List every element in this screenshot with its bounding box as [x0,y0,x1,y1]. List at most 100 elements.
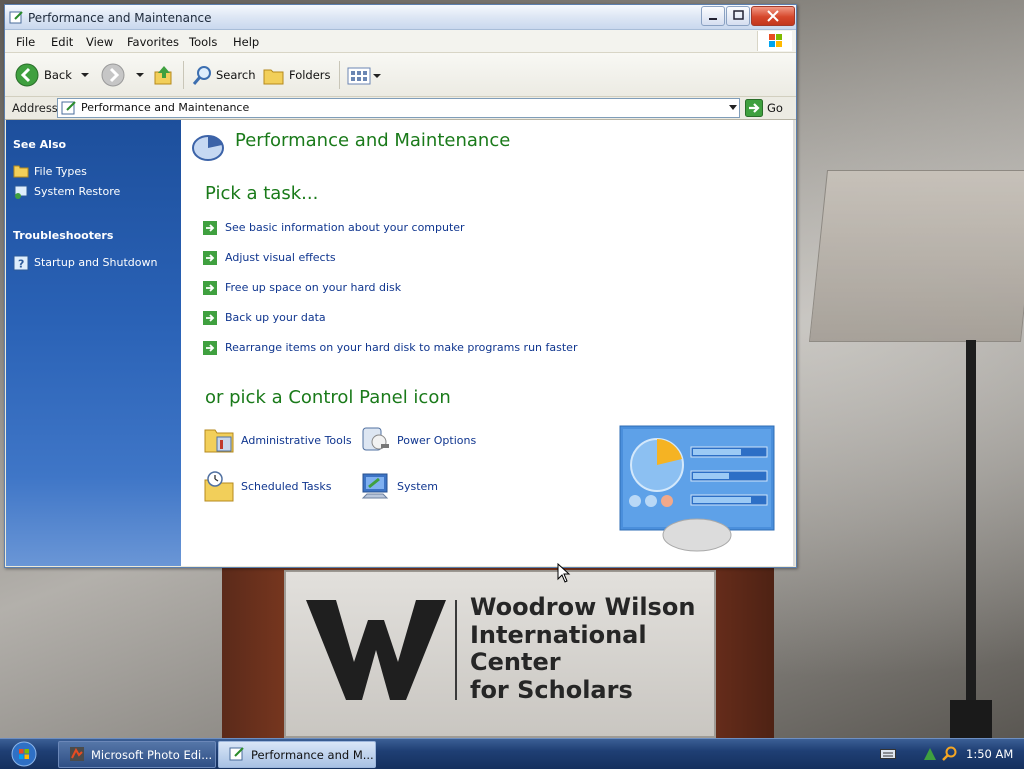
cp-link-power-options[interactable]: Power Options [397,434,476,447]
minimize-button[interactable] [701,6,725,26]
category-content: Performance and Maintenance Pick a task.… [181,120,795,566]
sidebar-item-system-restore[interactable]: System Restore [34,185,120,198]
task-arrow-icon [203,221,217,235]
maximize-button[interactable] [726,6,750,26]
content-border [793,120,795,566]
photo-editor-icon [70,747,84,761]
task-link-visual-effects[interactable]: Adjust visual effects [225,251,336,264]
menu-favorites[interactable]: Favorites [127,35,179,49]
address-value: Performance and Maintenance [81,101,250,114]
forward-history-dropdown[interactable] [136,73,144,77]
podium-sign-line: International [470,620,647,649]
views-icon[interactable] [347,67,371,85]
go-button[interactable]: Go [743,98,793,117]
folders-button[interactable]: Folders [289,68,331,82]
close-icon [767,10,779,22]
search-tray-icon[interactable] [942,746,958,762]
pick-task-heading: Pick a task... [205,183,319,204]
back-button[interactable]: Back [44,68,72,82]
task-link-basic-info[interactable]: See basic information about your compute… [225,221,465,234]
menu-view[interactable]: View [86,35,113,49]
taskbar-button-label: Performance and M... [251,748,374,762]
cp-link-administrative-tools[interactable]: Administrative Tools [241,434,352,447]
up-folder-icon[interactable] [153,64,175,86]
sidebar-item-startup-shutdown[interactable]: Startup and Shutdown [34,256,157,269]
network-icon[interactable] [922,746,938,762]
taskbar-button-performance[interactable]: Performance and M... [218,741,376,768]
toolbar-separator [183,61,184,89]
task-arrow-icon [203,281,217,295]
pick-icon-heading: or pick a Control Panel icon [205,387,451,408]
title-bar[interactable]: Performance and Maintenance [5,5,796,30]
help-question-icon: ? [13,255,29,271]
sidebar-item-file-types[interactable]: File Types [34,165,87,178]
task-arrow-icon [203,251,217,265]
windows-flag-logo [757,31,792,51]
teleprompter-base [950,700,992,738]
page-title: Performance and Maintenance [235,130,511,151]
menu-help[interactable]: Help [233,35,259,49]
teleprompter-glass [808,170,1024,342]
troubleshooters-heading: Troubleshooters [13,229,114,242]
menu-file[interactable]: File [16,35,35,49]
task-link-free-space[interactable]: Free up space on your hard disk [225,281,401,294]
podium-sign-line: for Scholars [470,675,633,704]
control-panel-window-icon [9,11,23,24]
control-panel-task-icon [229,747,244,761]
minimize-icon [709,18,717,20]
address-label: Address [12,101,58,115]
mouse-cursor-icon [557,563,571,583]
performance-category-icon [192,135,224,161]
toolbar-separator [339,61,340,89]
podium-sign-divider [455,600,457,700]
administrative-tools-icon[interactable] [203,422,237,456]
address-input[interactable]: Performance and Maintenance [57,98,740,118]
see-also-heading: See Also [13,138,67,151]
search-button[interactable]: Search [216,68,256,82]
search-icon [192,66,211,85]
taskbar-button-label: Microsoft Photo Edi... [91,748,213,762]
control-panel-address-icon [61,101,76,115]
taskbar: Microsoft Photo Edi... Performance and M… [0,738,1024,769]
system-restore-icon [14,185,28,199]
taskbar-clock[interactable]: 1:50 AM [966,747,1013,761]
keyboard-icon[interactable] [880,749,896,759]
close-button[interactable] [751,6,795,26]
start-button[interactable] [8,740,40,768]
task-sidebar: See Also File Types System Restore Troub… [6,120,181,566]
back-arrow-icon[interactable] [15,63,39,87]
menu-edit[interactable]: Edit [51,35,73,49]
window-title: Performance and Maintenance [28,11,212,25]
task-arrow-icon [203,311,217,325]
maximize-icon [733,10,744,20]
go-arrow-icon [745,99,763,117]
task-arrow-icon [203,341,217,355]
address-dropdown[interactable] [729,105,737,110]
cp-link-scheduled-tasks[interactable]: Scheduled Tasks [241,480,332,493]
system-icon[interactable] [359,470,393,504]
wilson-center-logo [306,600,446,700]
file-types-icon [13,165,29,178]
menu-bar: File Edit View Favorites Tools Help [5,30,796,53]
taskbar-button-photo-editor[interactable]: Microsoft Photo Edi... [58,741,216,768]
views-dropdown[interactable] [373,74,381,78]
address-bar: Address Performance and Maintenance Go [5,97,796,120]
podium-sign-text: Woodrow Wilson International Center for … [470,593,696,704]
performance-illustration [619,425,775,552]
back-history-dropdown[interactable] [81,73,89,77]
power-options-icon[interactable] [359,422,393,456]
forward-arrow-icon[interactable] [101,63,125,87]
task-link-defragment[interactable]: Rearrange items on your hard disk to mak… [225,341,577,354]
standard-toolbar: Back Search Folders [5,53,796,97]
go-label: Go [767,101,783,115]
task-link-backup[interactable]: Back up your data [225,311,326,324]
windows-logo-icon [769,34,782,47]
podium-sign-line: Center [470,648,561,676]
folders-icon [263,69,284,85]
cp-link-system[interactable]: System [397,480,438,493]
explorer-window[interactable]: Performance and Maintenance File Edit Vi… [4,4,797,568]
menu-tools[interactable]: Tools [189,35,217,49]
svg-text:?: ? [18,258,24,271]
podium-sign-line: Woodrow Wilson [470,593,696,621]
scheduled-tasks-icon[interactable] [203,470,237,504]
